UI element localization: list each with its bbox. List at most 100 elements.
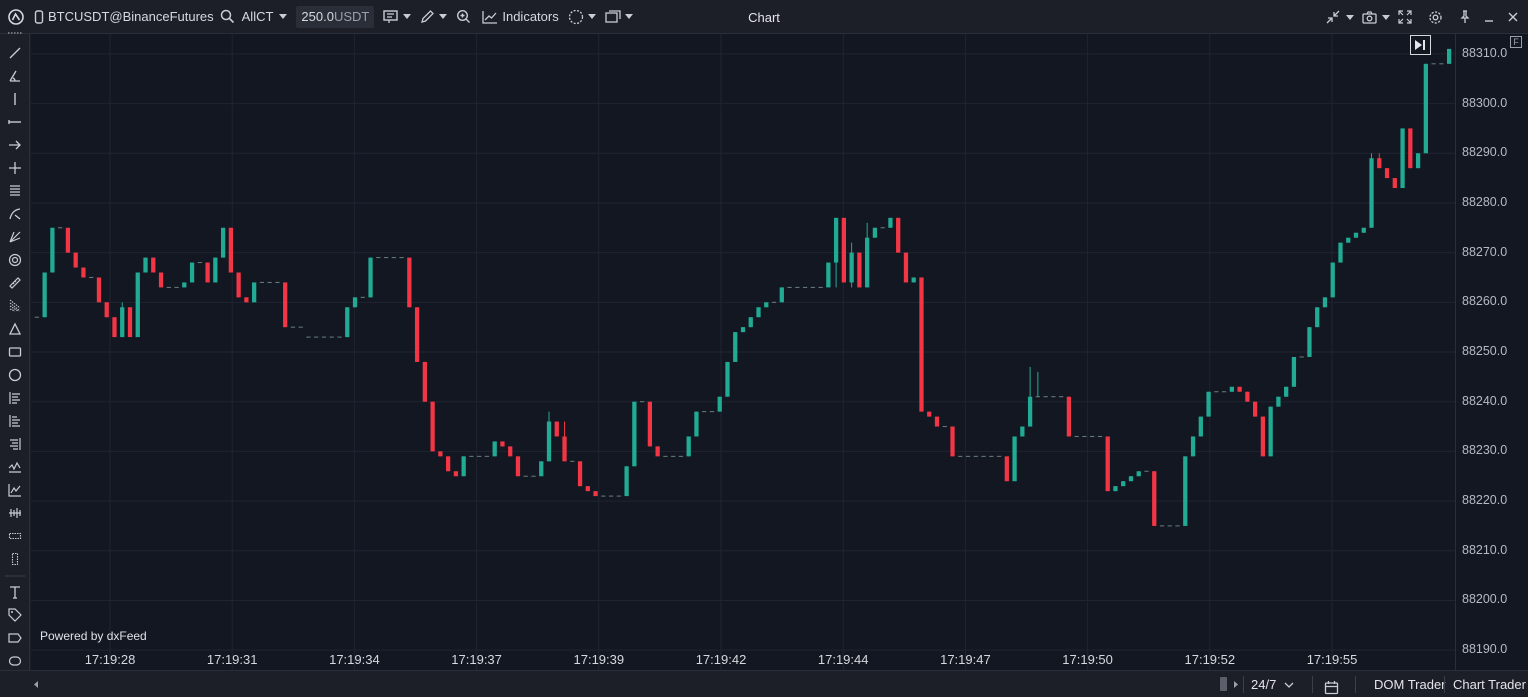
label-icon[interactable] (5, 628, 25, 648)
bottom-bar: 24/7 DOM Trader Chart Trader (0, 670, 1528, 697)
candle-body (368, 257, 373, 298)
chevron-down-icon[interactable] (1382, 14, 1390, 20)
session-selector[interactable]: 24/7 (1251, 671, 1294, 697)
candle-body (1004, 456, 1009, 482)
price-axis[interactable]: 88310.0 88300.0 88290.0 88280.0 88270.0 88260… (1455, 34, 1528, 670)
account-label: AllCT (241, 9, 274, 24)
ruler-icon[interactable] (5, 273, 25, 293)
close-icon[interactable] (1504, 8, 1522, 26)
price-tick-label: 88300.0 (1462, 95, 1508, 110)
drawing-pencil-button[interactable] (414, 0, 450, 34)
candle-body (213, 257, 218, 283)
symbol-label: BTCUSDT@BinanceFutures (48, 9, 214, 24)
cross-line-icon[interactable] (5, 158, 25, 178)
rectangle-icon[interactable] (5, 342, 25, 362)
elliott-wave-icon[interactable] (5, 480, 25, 500)
pin-icon[interactable] (1456, 8, 1474, 26)
triangle-icon[interactable] (5, 319, 25, 339)
candle-body (1276, 396, 1281, 407)
scrollbar-thumb[interactable] (1220, 677, 1227, 691)
candle-body (539, 461, 544, 477)
time-axis[interactable]: 17:19:28 17:19:31 17:19:34 17:19:37 17:19:39… (31, 648, 1455, 670)
candle-body (446, 456, 451, 472)
candle-body (1307, 327, 1312, 357)
candle-body (438, 451, 443, 457)
price-chart[interactable] (31, 34, 1455, 670)
candle-body (632, 401, 637, 467)
chart-type-button[interactable] (380, 0, 414, 34)
pitchfork-icon[interactable] (5, 227, 25, 247)
dom-trader-button[interactable]: DOM Trader (1374, 671, 1446, 697)
quantity-input[interactable]: 250.0 USDT (296, 5, 375, 28)
gann-icon[interactable] (5, 457, 25, 477)
candle-body (135, 272, 140, 338)
price-tag-icon[interactable] (5, 605, 25, 625)
price-tick-label: 88280.0 (1462, 194, 1508, 209)
candle-body (151, 257, 156, 273)
scroll-left-icon[interactable] (32, 671, 40, 697)
window-controls (1324, 0, 1522, 34)
candle-body (1152, 471, 1157, 526)
divider (1444, 676, 1445, 693)
candle-body (546, 421, 552, 462)
candle-body (228, 227, 234, 273)
price-tick-label: 88220.0 (1462, 493, 1508, 508)
collapse-icon[interactable] (1324, 8, 1342, 26)
powered-by-label: Powered by dxFeed (40, 629, 147, 643)
candle-body (96, 277, 102, 303)
candle-body (779, 287, 784, 303)
candle-body (42, 272, 47, 318)
camera-icon[interactable] (1360, 8, 1378, 26)
candle-body (65, 227, 71, 253)
chevron-down-icon (1284, 682, 1294, 688)
horizontal-range-icon[interactable] (5, 526, 25, 546)
candle-body (1392, 178, 1397, 189)
scroll-to-latest-button[interactable] (1410, 35, 1431, 55)
crosshair-button[interactable] (562, 0, 599, 34)
trend-line-icon[interactable] (5, 43, 25, 63)
candle-body (1415, 153, 1421, 169)
time-tick-label: 17:19:52 (1184, 652, 1236, 667)
candle-body (1066, 396, 1072, 437)
templates-button[interactable] (599, 0, 636, 34)
candle-body (345, 307, 350, 338)
curve-icon[interactable] (5, 204, 25, 224)
vertical-range-icon[interactable] (5, 549, 25, 569)
circle-icon[interactable] (5, 365, 25, 385)
calendar-icon[interactable] (1324, 677, 1339, 695)
text-icon[interactable] (5, 582, 25, 602)
arrow-icon[interactable] (5, 135, 25, 155)
account-selector[interactable]: AllCT (238, 0, 291, 34)
symbol-selector[interactable]: BTCUSDT@BinanceFutures (27, 0, 217, 34)
vertical-line-icon[interactable] (5, 89, 25, 109)
fib-retracement-icon[interactable] (5, 388, 25, 408)
indicators-button[interactable]: Indicators (474, 0, 561, 34)
gear-icon[interactable] (1426, 8, 1444, 26)
quantity-unit: USDT (333, 9, 370, 24)
fib-extension-icon[interactable] (5, 411, 25, 431)
angle-line-icon[interactable] (5, 66, 25, 86)
chart-trader-button[interactable]: Chart Trader (1453, 671, 1526, 697)
minimize-icon[interactable] (1480, 8, 1498, 26)
horizontal-line-icon[interactable] (5, 112, 25, 132)
symbol-search-icon[interactable] (217, 0, 238, 34)
candle-body (1322, 297, 1328, 308)
chevron-down-icon[interactable] (1346, 14, 1354, 20)
candle-body (407, 257, 412, 308)
fib-fan-icon[interactable] (5, 296, 25, 316)
candle-body (1229, 386, 1234, 392)
candle-body (205, 262, 210, 283)
expand-icon[interactable] (1396, 8, 1414, 26)
channel-lines-icon[interactable] (5, 181, 25, 201)
spiral-icon[interactable] (5, 250, 25, 270)
candle-body (220, 227, 226, 258)
scroll-right-icon[interactable] (1232, 671, 1240, 697)
cycle-lines-icon[interactable] (5, 503, 25, 523)
candle-body (857, 252, 862, 288)
price-scale-badge[interactable]: F (1510, 36, 1522, 48)
fib-channel-icon[interactable] (5, 434, 25, 454)
zoom-icon[interactable] (450, 0, 474, 34)
drag-handle-icon[interactable] (5, 28, 25, 38)
callout-icon[interactable] (5, 651, 25, 671)
candle-body (244, 297, 249, 303)
